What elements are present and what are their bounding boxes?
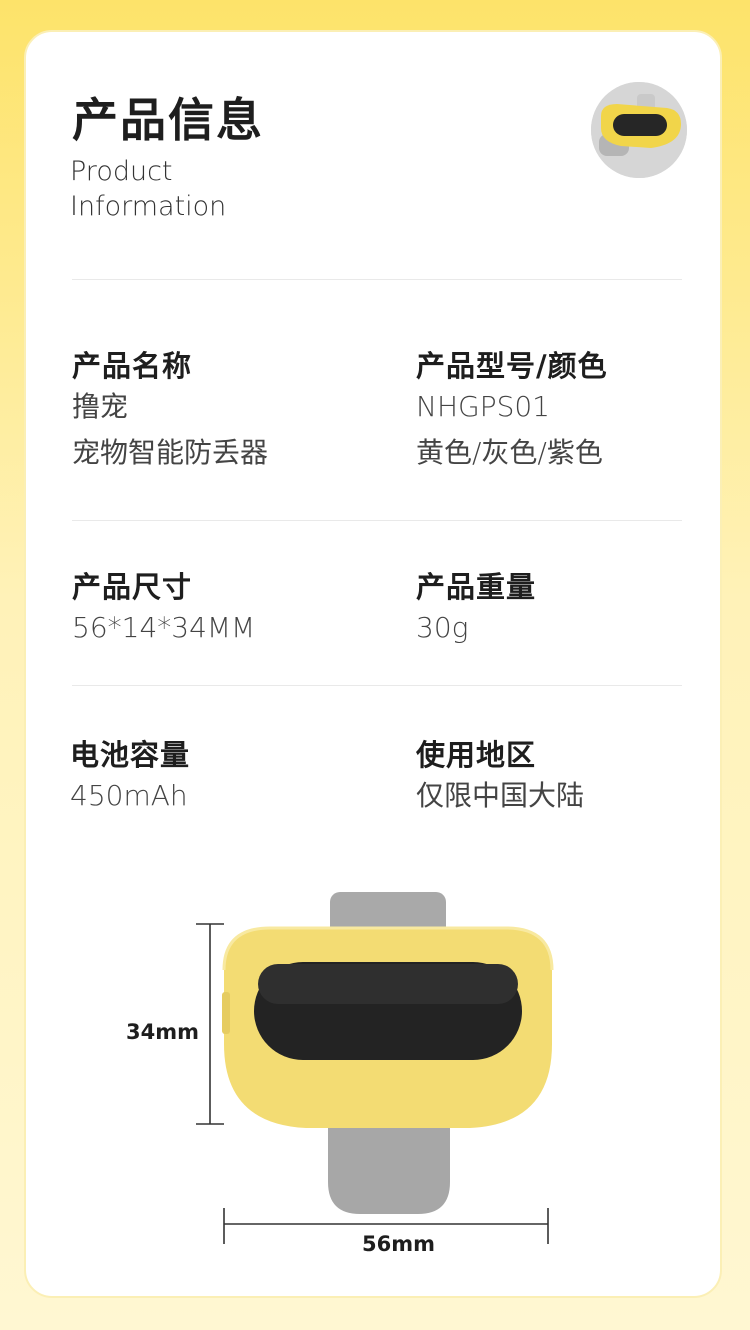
- spec-model-color: 产品型号/颜色 NHGPS01 黄色/灰色/紫色: [416, 348, 608, 476]
- page-subtitle: Product Information: [70, 154, 226, 224]
- spec-value: 仅限中国大陆: [416, 779, 585, 812]
- spec-battery: 电池容量 450mAh: [70, 737, 190, 819]
- spec-label: 产品重量: [416, 570, 537, 604]
- divider: [72, 685, 682, 686]
- spec-size: 产品尺寸 56*14*34MM: [72, 569, 255, 651]
- product-thumbnail: [591, 82, 687, 178]
- spec-label: 产品名称: [72, 349, 193, 383]
- spec-label: 电池容量: [70, 738, 191, 772]
- spec-value: 黄色/灰色/紫色: [416, 436, 603, 469]
- spec-product-name: 产品名称 撸宠 宠物智能防丢器: [72, 348, 268, 476]
- spec-value: 450mAh: [70, 779, 188, 812]
- subtitle-line-2: Information: [70, 191, 227, 222]
- spec-region: 使用地区 仅限中国大陆: [416, 737, 584, 819]
- dimension-diagram: 34mm 56mm: [26, 862, 720, 1262]
- spec-label: 产品型号/颜色: [416, 349, 608, 383]
- height-dimension-label: 34mm: [126, 1020, 199, 1044]
- spec-weight: 产品重量 30g: [416, 569, 536, 651]
- divider: [72, 279, 682, 280]
- spec-value: 撸宠: [72, 390, 129, 423]
- spec-value: NHGPS01: [416, 390, 550, 423]
- spec-value: 宠物智能防丢器: [72, 436, 269, 469]
- width-dimension-label: 56mm: [362, 1232, 435, 1256]
- device-illustration: [196, 892, 554, 1244]
- product-info-card: 产品信息 Product Information 产品名称 撸宠 宠物智能防丢器…: [24, 30, 722, 1298]
- spec-value: 56*14*34MM: [72, 611, 256, 644]
- spec-value: 30g: [416, 611, 469, 644]
- divider: [72, 520, 682, 521]
- spec-label: 使用地区: [416, 738, 537, 772]
- spec-label: 产品尺寸: [72, 570, 193, 604]
- subtitle-line-1: Product: [70, 156, 173, 187]
- page-title: 产品信息: [72, 93, 264, 147]
